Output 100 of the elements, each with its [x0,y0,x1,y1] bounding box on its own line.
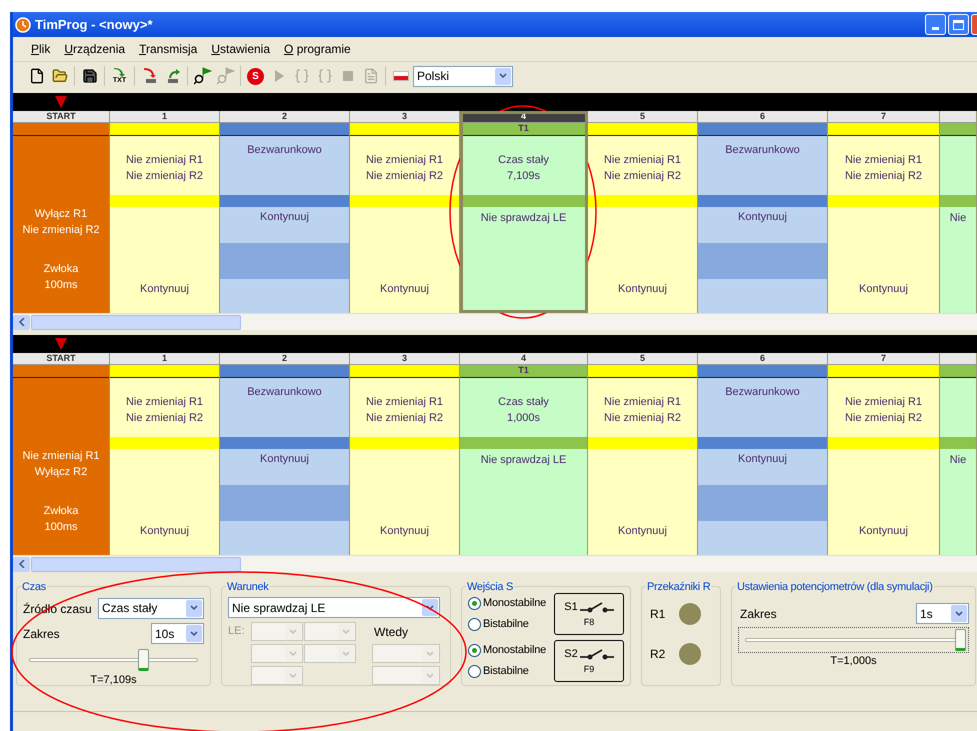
chevron-down-icon [289,650,297,656]
close-button[interactable] [971,14,977,35]
chevron-down-icon [190,630,198,636]
menu-item[interactable]: Urządzenia [64,40,126,58]
step-column[interactable]: 6 Bezwarunkowo Kontynuuj [698,353,828,555]
radio-button[interactable] [468,644,481,657]
column-header: 7 [828,111,939,123]
field-label: Zakres [739,606,777,622]
maximize-button[interactable] [948,14,969,35]
chevron-down-icon [955,610,963,616]
step-column[interactable]: 4 T1 Czas stały 1,000s Nie sprawdzaj LE [460,353,588,555]
arrow-icon [113,68,126,77]
chevron-down-icon [289,672,297,678]
step-column[interactable]: START Wyłącz R1 Nie zmieniaj R2 Zwłoka 100ms [13,111,110,313]
step-text: Bezwarunkowo [725,385,800,400]
step-text: Bezwarunkowo [725,143,800,158]
menu-item[interactable]: Ustawienia [211,40,270,58]
step-column[interactable]: 7 Nie zmieniaj R1 Nie zmieniaj R2 Kontynuuj [828,111,940,313]
step-text: Kontynuuj [260,452,309,467]
step-text: Nie zmieniaj R2 [844,168,922,184]
relay-label: R1 [650,606,666,623]
step-text: Nie zmieniaj R1 [844,152,922,168]
step-text: Nie zmieniaj R2 [366,410,444,426]
step-text: Nie [950,211,966,226]
step-column[interactable]: 5 Nie zmieniaj R1 Nie zmieniaj R2 Kontynuuj [588,353,698,555]
time-source-select[interactable]: Czas stały [98,598,204,618]
step-bar: T1 [460,365,587,378]
chevron-down-icon [289,628,297,634]
switch-button[interactable]: S2 F9 [554,640,624,682]
chevron-down-icon [499,73,507,79]
time-reading: T=1,000s [830,654,877,669]
step-column[interactable]: 3 Nie zmieniaj R1 Nie zmieniaj R2 Kontynuuj [350,111,460,313]
switch-button[interactable]: S1 F8 [554,593,624,635]
file-icon [28,68,44,84]
marker-icon[interactable] [55,96,67,108]
step-text: Nie zmieniaj R1 [366,152,444,168]
folder-icon [52,68,68,84]
play-icon [274,70,284,82]
menu-item[interactable]: O programie [284,40,351,58]
menu-item[interactable]: Plik [31,40,50,58]
window-title: TimProg - <nowy>* [35,16,153,34]
document-icon [362,68,378,84]
column-header: 1 [110,111,219,123]
slider-thumb[interactable] [955,629,966,651]
step-text: Nie sprawdzaj LE [480,211,566,226]
menu-item[interactable]: Transmisja [139,40,198,58]
chevron-left-icon[interactable] [18,560,24,568]
clock-icon [15,16,31,32]
radio-button[interactable] [468,665,481,678]
field-label: LE: [228,624,246,640]
step-text: Nie zmieniaj R2 [126,410,204,426]
switch-icon [580,648,614,660]
search-flag-icon [194,67,212,85]
column-header [940,111,976,123]
step-column[interactable]: START Nie zmieniaj R1 Wyłącz R2 Zwłoka 100ms [13,353,110,555]
search-button[interactable] [191,64,214,88]
step-text: Nie zmieniaj R1 [126,394,204,410]
step-column[interactable]: 5 Nie zmieniaj R1 Nie zmieniaj R2 Kontynuuj [588,111,698,313]
step-text: Kontynuuj [618,282,667,297]
radio-option[interactable]: Monostabilne [468,593,554,614]
radio-option[interactable]: Bistabilne [468,614,554,635]
step-column[interactable]: 2 Bezwarunkowo Kontynuuj [220,353,350,555]
step-text: Nie zmieniaj R1 [22,449,100,464]
language-select[interactable]: Polski [413,66,513,86]
step-column[interactable]: 6 Bezwarunkowo Kontynuuj [698,111,828,313]
horizontal-scrollbar[interactable] [13,313,977,330]
chevron-down-icon [426,650,434,656]
column-header: 6 [698,353,827,365]
step-text: Kontynuuj [260,210,309,225]
group-title: Ustawienia potencjometrów (dla symulacji) [736,579,934,596]
marker-icon[interactable] [55,338,67,350]
step-column[interactable]: 2 Bezwarunkowo Kontynuuj [220,111,350,313]
step-column[interactable]: 1 Nie zmieniaj R1 Nie zmieniaj R2 Kontynuuj [110,111,220,313]
chevron-down-icon [426,672,434,678]
minimize-button[interactable] [925,14,946,35]
radio-option[interactable]: Bistabilne [468,661,554,682]
step-column[interactable]: Nie [940,111,977,313]
switch-icon [580,601,614,614]
chevron-down-icon [190,605,198,611]
step-column[interactable]: Nie [940,353,977,555]
column-header: 7 [828,353,939,365]
chevron-left-icon[interactable] [18,318,24,326]
slider-thumb[interactable] [138,649,149,671]
radio-button[interactable] [468,618,481,631]
column-header: 5 [588,353,697,365]
step-text: Nie zmieniaj R1 [126,152,204,168]
step-text: Kontynuuj [859,282,908,297]
step-column[interactable]: 1 Nie zmieniaj R1 Nie zmieniaj R2 Kontynuuj [110,353,220,555]
range-select[interactable]: 10s [151,623,204,644]
radio-option[interactable]: Monostabilne [468,640,554,661]
save-icon [82,68,98,84]
field-label: Wtedy [373,624,410,640]
step-column[interactable]: 7 Nie zmieniaj R1 Nie zmieniaj R2 Kontynuuj [828,353,940,555]
range-select[interactable]: 1s [916,603,969,624]
horizontal-scrollbar[interactable] [13,555,977,572]
column-header: 1 [110,353,219,365]
step-text: Czas stały [498,394,549,410]
step-column[interactable]: 3 Nie zmieniaj R1 Nie zmieniaj R2 Kontynuuj [350,353,460,555]
step-text: Wyłącz R2 [34,465,88,480]
radio-button[interactable] [468,597,481,610]
